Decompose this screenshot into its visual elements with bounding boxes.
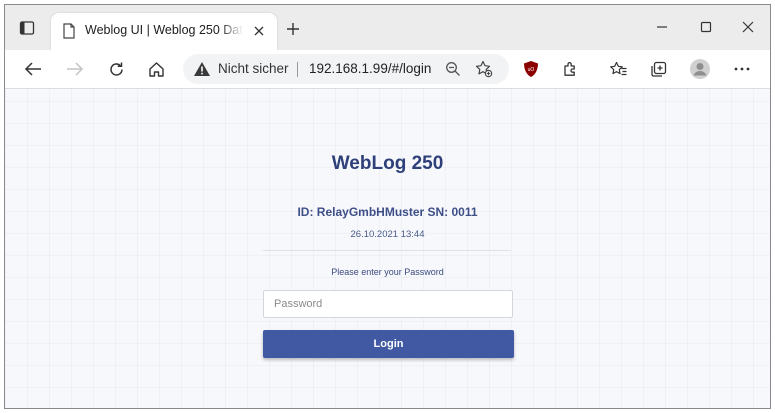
toolbar: Nicht sicher 192.168.1.99/#/login uO [5, 50, 770, 89]
tab-actions-icon[interactable] [17, 18, 37, 38]
forward-icon[interactable] [64, 58, 86, 80]
address-separator [297, 62, 298, 77]
warning-icon[interactable] [193, 61, 211, 77]
security-label[interactable]: Nicht sicher [218, 61, 289, 76]
page-icon [61, 23, 77, 39]
home-icon[interactable] [145, 58, 167, 80]
address-bar[interactable]: Nicht sicher 192.168.1.99/#/login [183, 54, 509, 84]
more-icon[interactable] [731, 58, 753, 80]
close-icon[interactable] [251, 23, 267, 39]
tab-title: Weblog UI | Weblog 250 Datalogger [85, 23, 243, 37]
page-content: WebLog 250 ID: RelayGmbHMuster SN: 0011 … [5, 89, 770, 408]
url-text[interactable]: 192.168.1.99/#/login [309, 61, 431, 76]
close-window-icon[interactable] [737, 17, 759, 37]
password-input[interactable] [263, 290, 513, 318]
browser-tab[interactable]: Weblog UI | Weblog 250 Datalogger [51, 13, 277, 50]
login-button[interactable]: Login [263, 330, 514, 358]
svg-text:uO: uO [528, 67, 535, 73]
zoom-out-icon[interactable] [445, 61, 461, 77]
minimize-icon[interactable] [651, 17, 673, 37]
tab-bar: Weblog UI | Weblog 250 Datalogger [5, 5, 770, 50]
refresh-icon[interactable] [105, 58, 127, 80]
browser-window: Weblog UI | Weblog 250 Datalogger [4, 4, 771, 409]
password-prompt: Please enter your Password [331, 267, 444, 277]
collections-icon[interactable] [647, 58, 669, 80]
add-favorite-icon[interactable] [475, 60, 493, 78]
favorites-icon[interactable] [608, 58, 630, 80]
ublock-icon[interactable]: uO [520, 58, 542, 80]
extensions-icon[interactable] [559, 58, 581, 80]
device-id: ID: RelayGmbHMuster SN: 0011 [297, 205, 478, 219]
back-icon[interactable] [22, 58, 44, 80]
maximize-icon[interactable] [695, 17, 717, 37]
device-datetime: 26.10.2021 13:44 [350, 229, 425, 240]
page-title: WebLog 250 [331, 153, 444, 174]
profile-icon[interactable] [689, 58, 711, 80]
divider [263, 250, 511, 251]
plus-icon[interactable] [283, 19, 303, 39]
